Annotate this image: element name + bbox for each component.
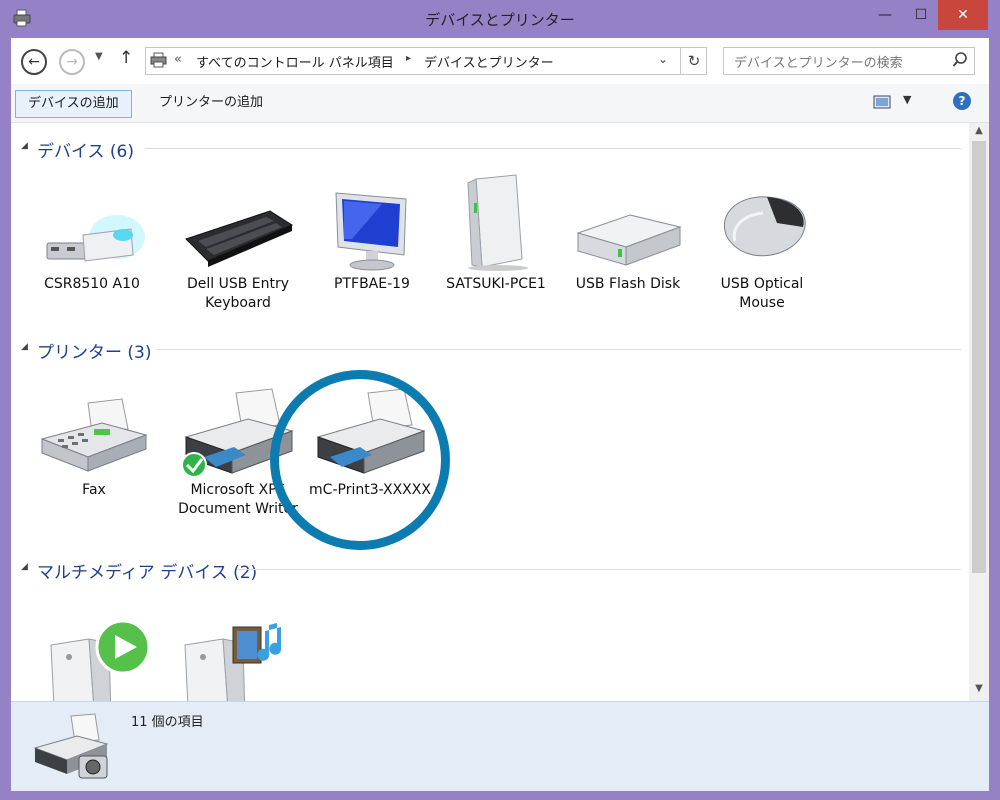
highlight-ring: [270, 370, 450, 550]
search-icon[interactable]: [952, 51, 968, 69]
window-title: デバイスとプリンター: [425, 11, 575, 29]
client-area: ← → ▼ ↑ « すべてのコントロール パネル項目 ▸ デバイスとプリンター …: [11, 38, 989, 791]
scroll-down-icon[interactable]: ▼: [969, 683, 989, 694]
forward-button[interactable]: →: [59, 49, 85, 75]
devices-printers-icon: [33, 713, 109, 779]
title-bar[interactable]: デバイスとプリンター — ☐ ✕: [0, 0, 1000, 38]
group-header-printers[interactable]: ◢ プリンター (3): [21, 338, 961, 363]
printer-label: Fax: [82, 482, 106, 498]
group-title: マルチメディア デバイス (2): [37, 563, 258, 583]
scroll-up-icon[interactable]: ▲: [969, 125, 989, 136]
collapse-icon[interactable]: ◢: [21, 342, 28, 352]
collapse-icon[interactable]: ◢: [21, 562, 28, 572]
breadcrumb-all-control-panel-items[interactable]: すべてのコントロール パネル項目: [196, 52, 394, 71]
breadcrumb-separator-icon[interactable]: ▸: [406, 53, 411, 64]
breadcrumb-overflow-icon[interactable]: «: [174, 52, 182, 67]
device-item[interactable]: USB Optical Mouse: [697, 185, 827, 313]
window: デバイスとプリンター — ☐ ✕ ← → ▼ ↑ « すべてのコントロール パネ…: [0, 0, 1000, 800]
media-server-music-icon: [184, 623, 282, 701]
up-button[interactable]: ↑: [119, 48, 133, 68]
collapse-icon[interactable]: ◢: [21, 141, 28, 151]
media-device-item[interactable]: [39, 619, 159, 701]
add-device-button[interactable]: デバイスの追加: [15, 90, 132, 118]
scroll-thumb[interactable]: [972, 141, 986, 573]
group-header-multimedia[interactable]: ◢ マルチメディア デバイス (2): [21, 558, 961, 583]
group-divider: [157, 349, 961, 350]
view-dropdown-icon[interactable]: ▼: [903, 93, 911, 106]
search-box[interactable]: デバイスとプリンターの検索: [723, 47, 975, 75]
refresh-icon[interactable]: ↻: [680, 48, 707, 74]
device-label: USB Optical Mouse: [720, 276, 804, 311]
close-button[interactable]: ✕: [938, 0, 988, 30]
minimize-button[interactable]: —: [868, 0, 902, 30]
media-server-play-icon: [50, 619, 151, 701]
media-device-item[interactable]: [173, 619, 293, 701]
fax-icon: [40, 398, 148, 472]
group-title: プリンター (3): [37, 343, 152, 363]
recent-locations-icon[interactable]: ▼: [95, 51, 103, 62]
device-label: SATSUKI-PCE1: [446, 276, 546, 292]
monitor-icon: [335, 192, 407, 271]
details-pane: 11 個の項目: [11, 701, 989, 791]
mouse-icon: [723, 196, 806, 257]
control-panel-icon: [150, 52, 167, 68]
group-divider: [237, 569, 961, 570]
device-item[interactable]: PTFBAE-19: [307, 185, 437, 294]
printer-item[interactable]: Fax: [29, 395, 159, 500]
device-label: CSR8510 A10: [44, 276, 140, 292]
add-printer-button[interactable]: プリンターの追加: [147, 90, 275, 116]
group-header-devices[interactable]: ◢ デバイス (6): [21, 137, 961, 162]
address-dropdown-icon[interactable]: ⌄: [658, 52, 668, 66]
usb-bluetooth-dongle-icon: [46, 215, 145, 262]
help-icon[interactable]: ?: [953, 92, 971, 110]
device-list: ◢ デバイス (6) CSR8510 A10 Dell USB Entry Ke…: [11, 123, 969, 701]
device-label: USB Flash Disk: [575, 276, 681, 292]
device-item[interactable]: Dell USB Entry Keyboard: [173, 199, 303, 313]
search-input[interactable]: デバイスとプリンターの検索: [734, 52, 903, 71]
device-item[interactable]: CSR8510 A10: [27, 199, 157, 294]
address-bar[interactable]: « すべてのコントロール パネル項目 ▸ デバイスとプリンター ⌄ ↻: [145, 47, 707, 75]
external-drive-icon: [576, 214, 682, 266]
vertical-scrollbar[interactable]: ▲ ▼: [969, 123, 989, 701]
keyboard-icon: [185, 210, 294, 267]
navigation-bar: ← → ▼ ↑ « すべてのコントロール パネル項目 ▸ デバイスとプリンター …: [11, 38, 989, 84]
breadcrumb-devices-and-printers[interactable]: デバイスとプリンター: [424, 52, 554, 71]
command-bar: デバイスの追加 プリンターの追加 ▼ ?: [11, 84, 989, 123]
computer-tower-icon: [467, 174, 528, 271]
device-label: PTFBAE-19: [334, 276, 410, 292]
item-count: 11 個の項目: [131, 715, 204, 730]
group-divider: [145, 148, 961, 149]
group-title: デバイス (6): [37, 142, 134, 162]
maximize-button[interactable]: ☐: [904, 0, 938, 30]
device-label: Dell USB Entry Keyboard: [186, 276, 290, 311]
device-item[interactable]: USB Flash Disk: [563, 199, 693, 294]
device-item[interactable]: SATSUKI-PCE1: [431, 173, 561, 294]
back-button[interactable]: ←: [21, 49, 47, 75]
change-view-icon[interactable]: [873, 95, 891, 109]
